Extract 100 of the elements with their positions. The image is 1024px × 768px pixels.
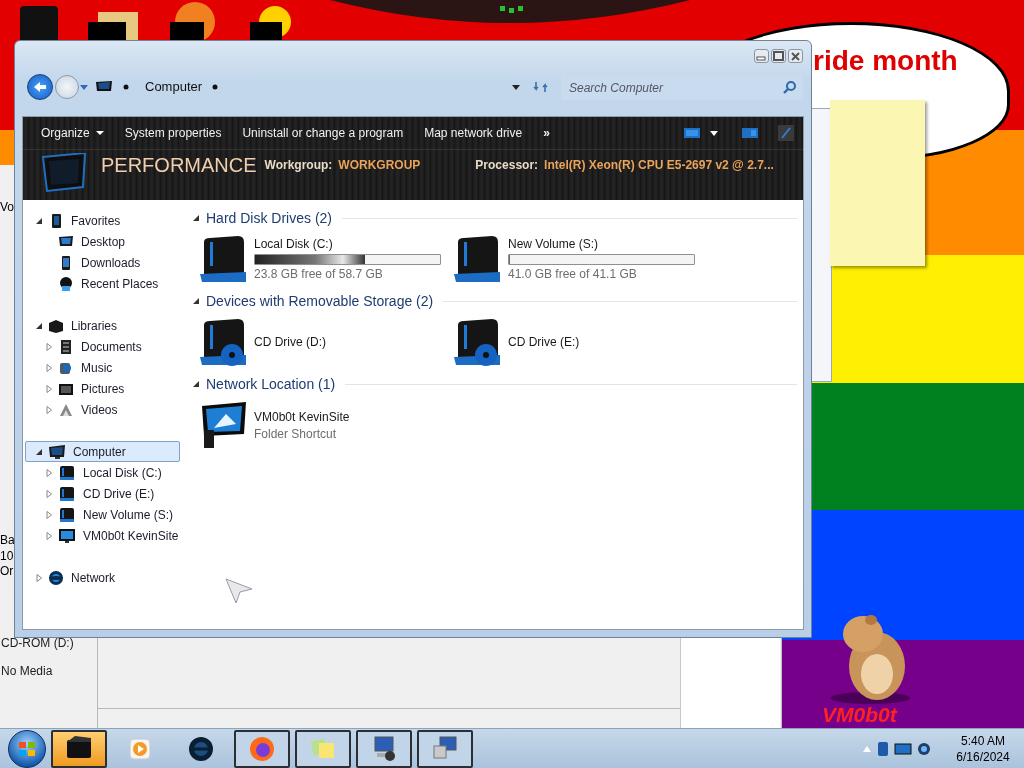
collapse-arrow-icon[interactable] — [192, 297, 200, 305]
tree-item[interactable]: Favorites — [25, 210, 180, 231]
expand-arrow-icon[interactable] — [44, 530, 54, 541]
taskbar-button[interactable] — [295, 729, 351, 768]
tree-item[interactable]: Desktop — [25, 231, 180, 252]
close-icon — [789, 50, 802, 62]
tree-item[interactable]: CD Drive (E:) — [25, 483, 180, 504]
taskbar-button[interactable] — [234, 729, 290, 768]
tree-item[interactable]: Pictures — [25, 378, 180, 399]
cd-drive-icon — [454, 318, 502, 367]
group-heading[interactable]: Hard Disk Drives (2) — [206, 207, 332, 229]
caret-icon[interactable] — [511, 83, 521, 91]
preview-pane-icon[interactable] — [741, 126, 759, 140]
separator-icon[interactable] — [212, 84, 219, 90]
tree-item[interactable]: New Volume (S:) — [25, 504, 180, 525]
search-field[interactable]: Search Computer — [561, 76, 803, 100]
taskbar-button[interactable] — [356, 729, 412, 768]
drive-label: CD-ROM (D:) — [1, 635, 74, 652]
drive-item[interactable]: Local Disk (C:) 23.8 GB free of 58.7 GB — [200, 235, 454, 284]
tree-item[interactable]: VM0b0t KevinSite — [25, 525, 180, 546]
group-heading[interactable]: Network Location (1) — [206, 373, 336, 395]
drive-item[interactable]: VM0b0t KevinSite Folder Shortcut — [200, 401, 454, 450]
tree-item[interactable]: Computer — [25, 441, 180, 462]
windows-flag-icon — [18, 740, 36, 757]
text-fragment: Or — [0, 564, 14, 578]
detail-label: Workgroup: — [264, 157, 333, 174]
taskbar-button[interactable] — [417, 729, 473, 768]
drive-info: 41.0 GB free of 41.1 GB — [508, 266, 638, 282]
drive-icon — [58, 464, 76, 481]
text-fragment: 10 — [0, 549, 14, 563]
device-icon[interactable] — [876, 740, 890, 757]
monitor-icon — [95, 80, 113, 94]
start-button[interactable] — [8, 729, 46, 768]
expand-arrow-icon[interactable] — [44, 467, 54, 478]
view-icon[interactable] — [683, 126, 701, 140]
text-fragment: Ba — [0, 533, 15, 547]
globe-icon — [48, 569, 64, 586]
computer-name: PERFORMANCE — [101, 153, 257, 177]
caret-icon — [95, 130, 104, 136]
maximize-button[interactable] — [771, 49, 786, 63]
monitor-icon[interactable] — [894, 741, 912, 756]
tree-item[interactable]: Network — [25, 567, 180, 588]
toolbar-button[interactable]: Uninstall or change a program — [232, 120, 414, 146]
toolbar-button[interactable]: Map network drive — [414, 120, 533, 146]
drive-icon — [58, 506, 76, 523]
clock[interactable]: 5:40 AM 6/16/2024 — [946, 732, 1020, 765]
tree-item[interactable]: Downloads — [25, 252, 180, 273]
drive-name: Local Disk (C:) — [254, 237, 334, 252]
expand-arrow-icon[interactable] — [44, 362, 54, 373]
expand-arrow-icon[interactable] — [44, 341, 54, 352]
collapse-arrow-icon[interactable] — [192, 380, 200, 388]
detail-value: WORKGROUP — [338, 157, 421, 174]
tree-item[interactable]: Libraries — [25, 315, 180, 336]
cd-drive-icon — [200, 318, 248, 367]
expand-arrow-icon[interactable] — [44, 509, 54, 520]
expand-arrow-icon[interactable] — [44, 404, 54, 415]
breadcrumb[interactable]: Computer — [145, 77, 203, 97]
drive-item[interactable]: CD Drive (D:) — [200, 318, 454, 367]
back-button[interactable] — [27, 74, 53, 100]
tree-item[interactable]: Recent Places — [25, 273, 180, 294]
toolbar-button[interactable]: System properties — [114, 120, 232, 146]
drive-item[interactable]: CD Drive (E:) — [454, 318, 708, 367]
cursor-icon — [224, 577, 254, 605]
library-icon — [48, 317, 64, 334]
drive-name: CD Drive (E:) — [508, 335, 580, 350]
drive-name: New Volume (S:) — [508, 237, 600, 252]
expand-arrow-icon[interactable] — [44, 383, 54, 394]
arrow-left-icon — [33, 81, 47, 93]
collapse-arrow-icon[interactable] — [192, 214, 200, 222]
monitor-icon — [200, 401, 248, 450]
drive-item[interactable]: New Volume (S:) 41.0 GB free of 41.1 GB — [454, 235, 708, 284]
group-heading[interactable]: Devices with Removable Storage (2) — [206, 290, 434, 312]
tree-item[interactable]: Music — [25, 357, 180, 378]
separator-icon[interactable] — [123, 84, 129, 90]
bubble-text: ride month — [813, 47, 958, 75]
drive-info: Folder Shortcut — [254, 425, 338, 442]
refresh-icon[interactable] — [533, 80, 549, 94]
detail-label: Processor: — [475, 157, 539, 174]
text-fragment: Vo — [0, 200, 14, 214]
organize-menu[interactable]: Organize — [31, 120, 114, 146]
tree-item[interactable]: Videos — [25, 399, 180, 420]
search-icon[interactable] — [783, 80, 797, 94]
volume-icon[interactable] — [916, 740, 932, 757]
more-button[interactable]: » — [533, 120, 560, 146]
hard-drive-icon — [454, 235, 502, 284]
monitor-icon — [48, 443, 66, 460]
drive-info: 23.8 GB free of 58.7 GB — [254, 266, 384, 282]
drive-icon — [58, 485, 76, 502]
tree-item[interactable]: Documents — [25, 336, 180, 357]
close-button[interactable] — [788, 49, 803, 63]
hard-drive-icon — [200, 235, 248, 284]
expand-arrow-icon[interactable] — [44, 488, 54, 499]
monitor-icon — [41, 153, 87, 195]
minimize-button[interactable] — [754, 49, 769, 63]
drive-status: No Media — [1, 663, 53, 680]
mascot-caption: VM0b0t — [822, 704, 897, 725]
expand-arrow-icon[interactable] — [34, 572, 44, 583]
taskbar-button[interactable] — [51, 729, 107, 768]
tree-item[interactable]: Local Disk (C:) — [25, 462, 180, 483]
caret-icon[interactable] — [709, 129, 719, 137]
